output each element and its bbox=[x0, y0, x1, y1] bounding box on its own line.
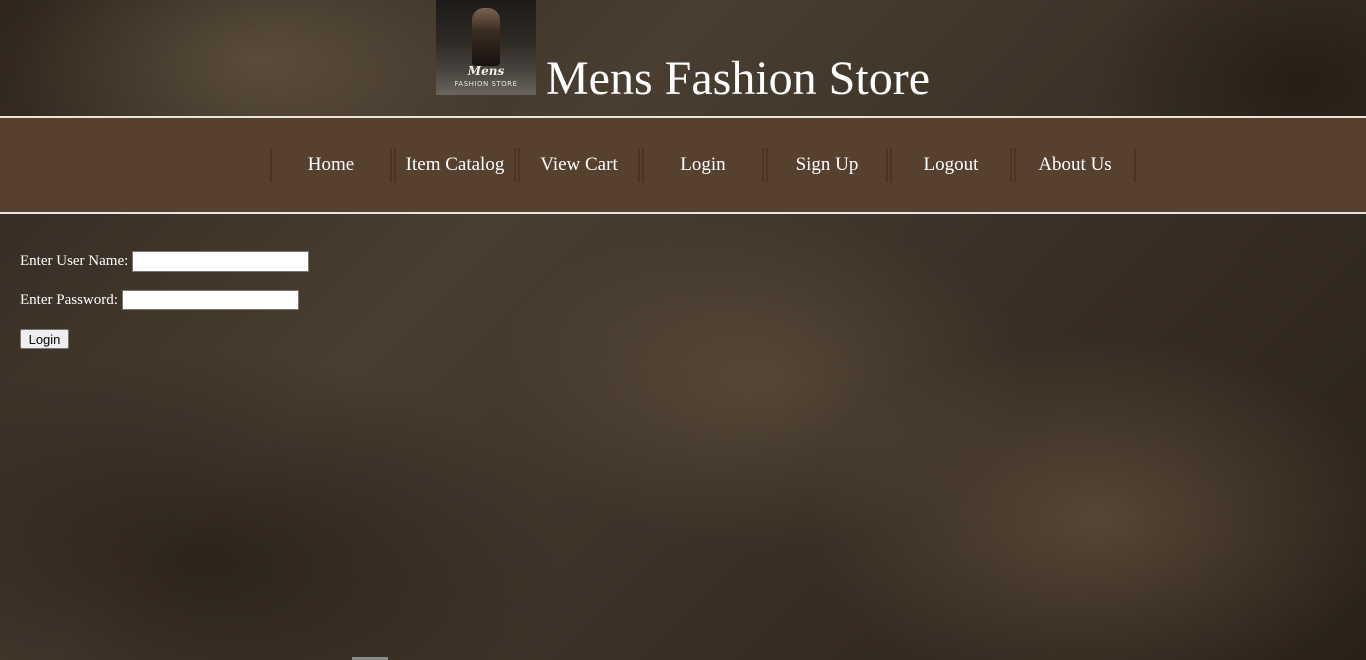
submit-row: Login bbox=[20, 328, 309, 350]
logo-brand-text: Mens bbox=[467, 64, 505, 78]
nav-item-logout[interactable]: Logout bbox=[890, 148, 1012, 182]
nav-item-about-us[interactable]: About Us bbox=[1014, 148, 1136, 182]
site-header: Mens FASHION STORE Mens Fashion Store bbox=[0, 0, 1366, 116]
username-label: Enter User Name: bbox=[20, 252, 129, 269]
nav-item-login[interactable]: Login bbox=[642, 148, 764, 182]
main-navigation: Home Item Catalog View Cart Login Sign U… bbox=[0, 116, 1366, 214]
username-row: Enter User Name: bbox=[20, 250, 310, 272]
nav-item-sign-up[interactable]: Sign Up bbox=[766, 148, 888, 182]
password-row: Enter Password: bbox=[20, 289, 309, 311]
password-label: Enter Password: bbox=[20, 291, 118, 308]
logo-figure-image bbox=[472, 8, 500, 66]
nav-list: Home Item Catalog View Cart Login Sign U… bbox=[270, 148, 1138, 182]
nav-item-item-catalog[interactable]: Item Catalog bbox=[394, 148, 516, 182]
login-submit-button[interactable]: Login bbox=[20, 329, 69, 349]
logo-subtitle-text: FASHION STORE bbox=[454, 80, 518, 88]
password-input[interactable] bbox=[121, 290, 299, 310]
nav-item-view-cart[interactable]: View Cart bbox=[518, 148, 640, 182]
site-title: Mens Fashion Store bbox=[546, 52, 930, 105]
nav-item-home[interactable]: Home bbox=[270, 148, 392, 182]
login-form: Enter User Name: Enter Password: Login bbox=[20, 250, 310, 367]
store-logo[interactable]: Mens FASHION STORE bbox=[436, 0, 536, 95]
username-input[interactable] bbox=[132, 250, 310, 272]
